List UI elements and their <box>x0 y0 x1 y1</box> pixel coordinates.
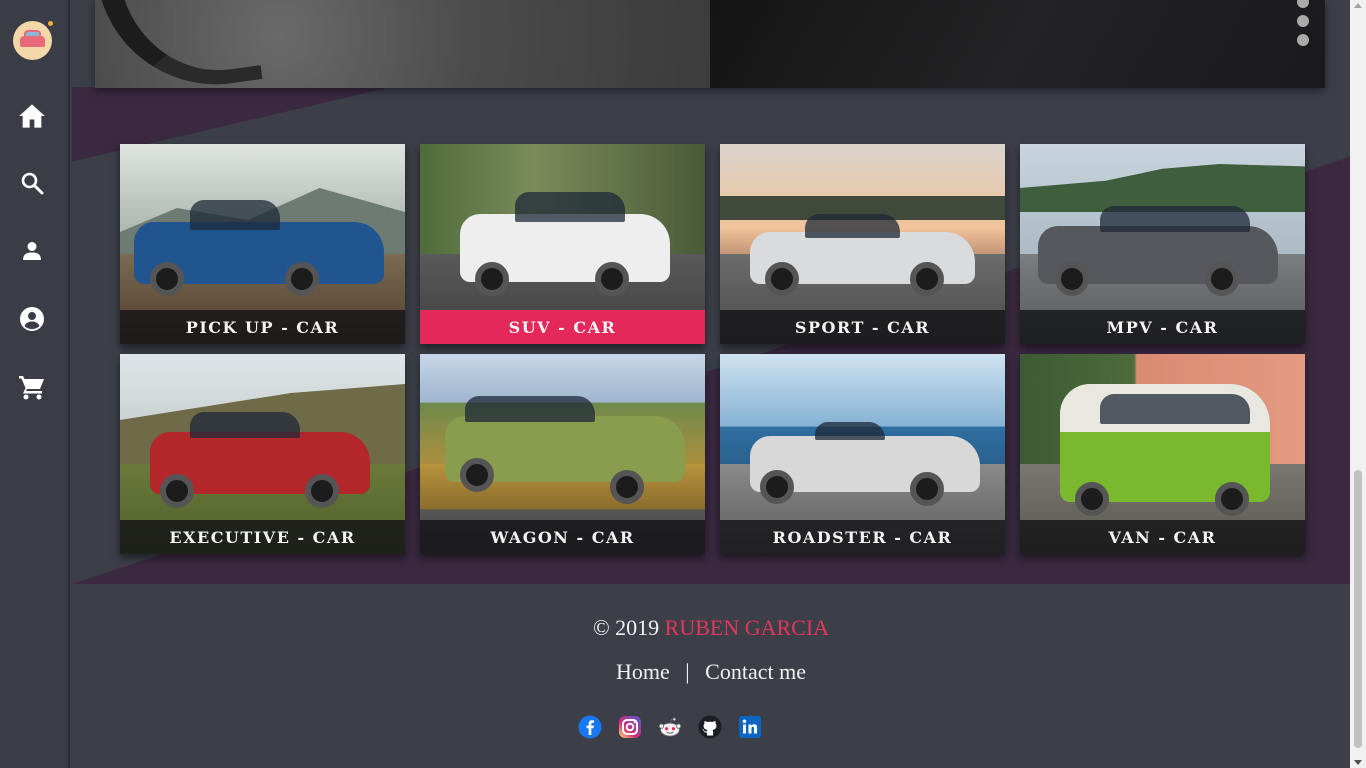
card-pickup[interactable]: PICK UP - CAR <box>120 144 405 344</box>
copyright-prefix: © 2019 <box>592 615 660 640</box>
facebook-icon[interactable] <box>578 715 602 739</box>
hero-image-left <box>95 0 710 88</box>
card-label: MPV - CAR <box>1020 310 1305 344</box>
hero-image-right <box>710 0 1325 88</box>
scroll-thumb[interactable] <box>1354 470 1362 748</box>
footer-contact-link[interactable]: Contact me <box>705 659 806 684</box>
account-circle-icon <box>20 307 44 331</box>
home-icon <box>19 104 45 128</box>
card-suv[interactable]: SUV - CAR <box>420 144 705 344</box>
copyright: © 2019 RUBEN GARCIA <box>72 615 1350 641</box>
linkedin-icon[interactable] <box>738 715 762 739</box>
car-logo-icon[interactable] <box>13 21 53 60</box>
card-van[interactable]: VAN - CAR <box>1020 354 1305 554</box>
reddit-icon[interactable] <box>658 715 682 739</box>
instagram-icon[interactable] <box>618 715 642 739</box>
card-label: WAGON - CAR <box>420 520 705 554</box>
card-roadster[interactable]: ROADSTER - CAR <box>720 354 1005 554</box>
card-executive[interactable]: EXECUTIVE - CAR <box>120 354 405 554</box>
carousel-dot[interactable] <box>1297 0 1309 8</box>
nav-search[interactable] <box>15 166 49 200</box>
sidebar <box>0 0 70 768</box>
search-icon <box>21 172 44 195</box>
card-label: ROADSTER - CAR <box>720 520 1005 554</box>
nav-cart[interactable] <box>15 370 49 404</box>
nav-home[interactable] <box>15 99 49 133</box>
footer-separator: | <box>685 659 690 684</box>
author-name: RUBEN GARCIA <box>664 615 830 640</box>
carousel-dot[interactable] <box>1297 34 1309 46</box>
hero-carousel <box>95 0 1325 88</box>
card-sport[interactable]: SPORT - CAR <box>720 144 1005 344</box>
nav-account[interactable] <box>15 302 49 336</box>
scroll-up-arrow[interactable] <box>1354 3 1362 8</box>
nav-user[interactable] <box>15 234 49 268</box>
card-label: SPORT - CAR <box>720 310 1005 344</box>
scroll-down-arrow[interactable] <box>1354 760 1362 765</box>
footer-home-link[interactable]: Home <box>616 659 670 684</box>
main-content: PICK UP - CAR SUV - CAR SPORT - CAR MPV … <box>72 0 1350 768</box>
card-label: PICK UP - CAR <box>120 310 405 344</box>
github-icon[interactable] <box>698 715 722 739</box>
carousel-dot[interactable] <box>1297 15 1309 27</box>
cart-icon <box>19 376 44 400</box>
card-label: SUV - CAR <box>420 310 705 344</box>
card-label: VAN - CAR <box>1020 520 1305 554</box>
card-mpv[interactable]: MPV - CAR <box>1020 144 1305 344</box>
user-icon <box>23 242 41 260</box>
card-wagon[interactable]: WAGON - CAR <box>420 354 705 554</box>
footer-links: Home | Contact me <box>72 659 1350 685</box>
page-scrollbar[interactable] <box>1350 0 1366 768</box>
social-links <box>578 715 762 739</box>
card-label: EXECUTIVE - CAR <box>120 520 405 554</box>
carousel-indicators <box>1297 0 1309 46</box>
